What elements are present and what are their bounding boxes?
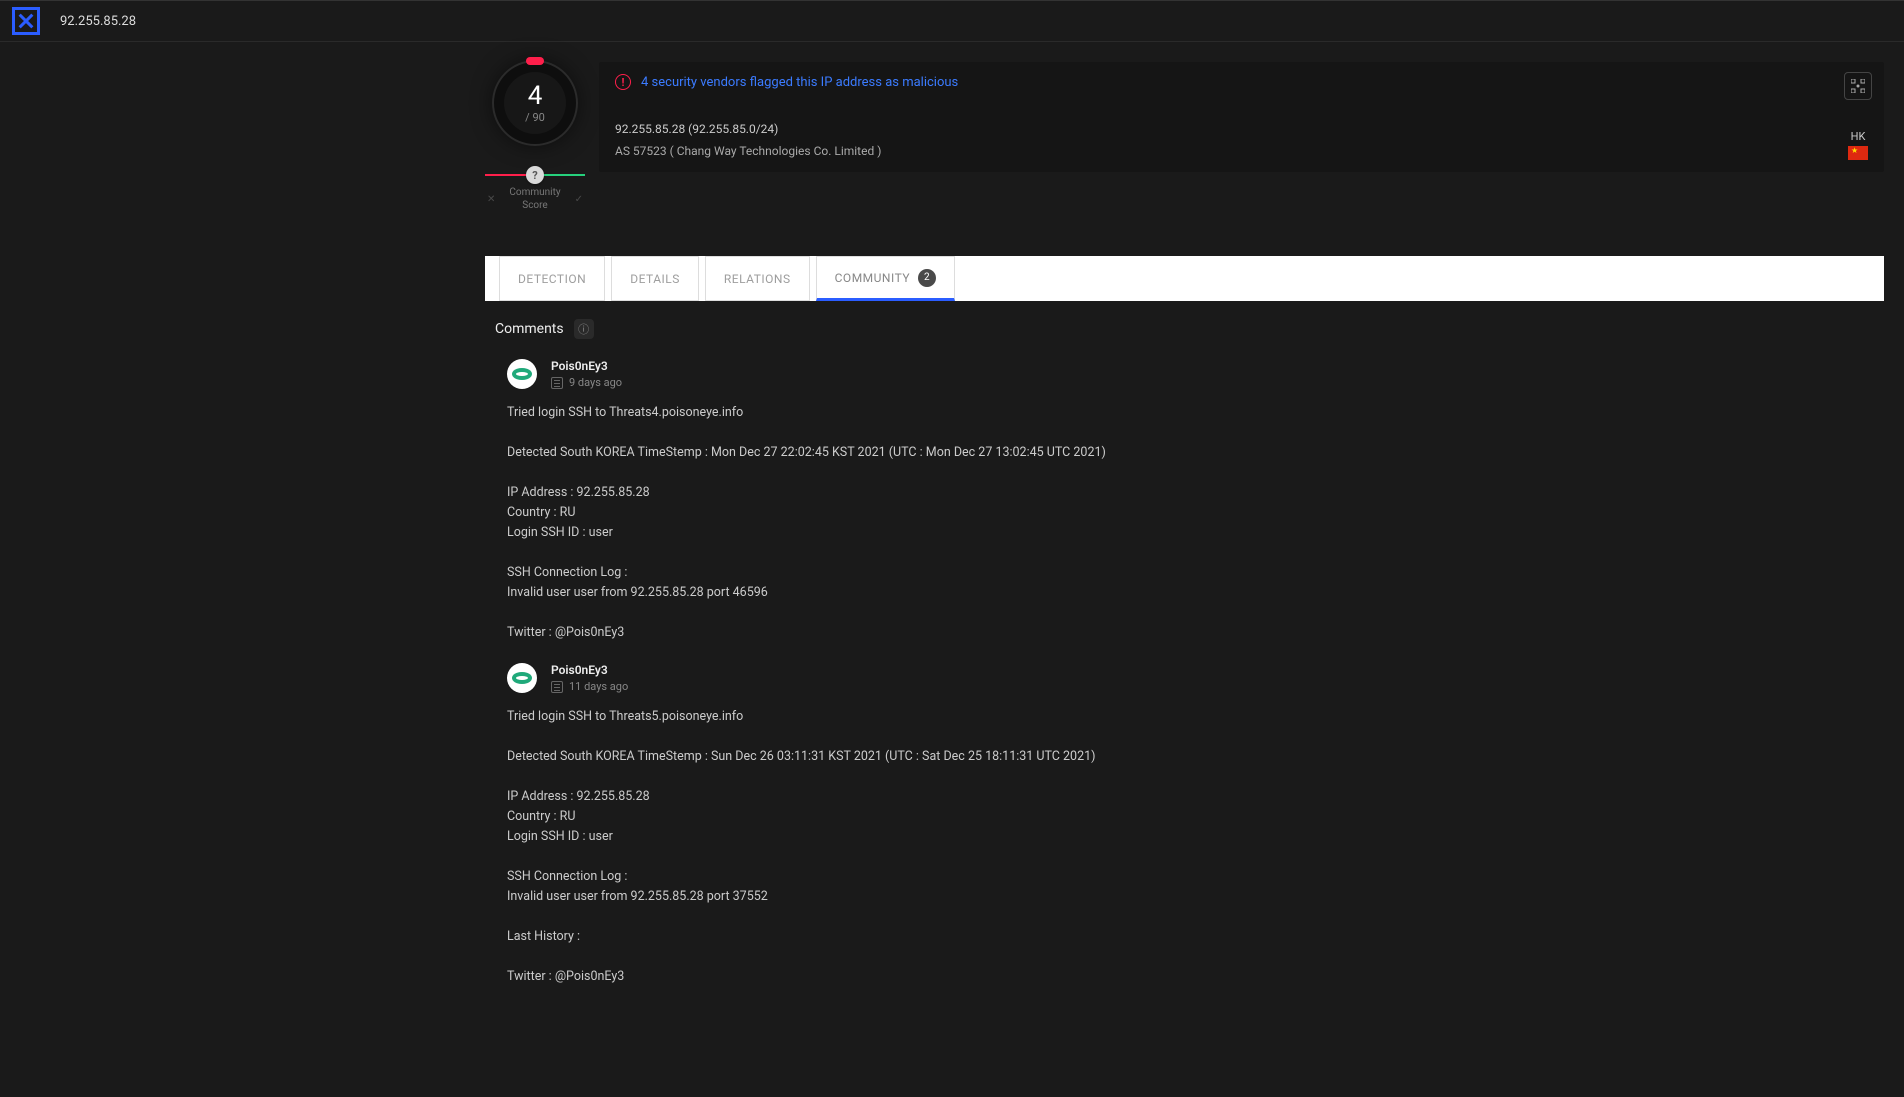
expand-graph-button[interactable] (1844, 72, 1872, 100)
comments-title: Comments (495, 321, 564, 337)
comments-info-button[interactable]: ⓘ (574, 319, 594, 339)
vote-up-icon[interactable]: ✓ (575, 194, 583, 205)
tab-bar: DETECTION DETAILS RELATIONS COMMUNITY 2 (485, 256, 1884, 301)
avatar[interactable] (507, 663, 537, 693)
avatar[interactable] (507, 359, 537, 389)
vote-down-icon[interactable]: ✕ (487, 194, 495, 205)
score-column: 4 / 90 ? ✕ CommunityScore ✓ (485, 60, 585, 212)
tab-detection[interactable]: DETECTION (499, 256, 605, 301)
score-value: 4 (528, 83, 543, 109)
score-denominator: / 90 (525, 111, 545, 124)
summary-header: 4 / 90 ? ✕ CommunityScore ✓ (485, 60, 1884, 212)
country-flag-icon (1848, 146, 1868, 160)
comment-body: Tried login SSH to Threats5.poisoneye.in… (507, 707, 1884, 987)
tab-community-label: COMMUNITY (835, 271, 910, 285)
score-gauge: 4 / 90 (492, 60, 578, 146)
gauge-arc-icon (526, 57, 544, 65)
summary-banner: ! 4 security vendors flagged this IP add… (599, 62, 1884, 172)
comment-item: Pois0nEy3 11 days ago Tried login SSH to… (485, 663, 1884, 987)
country-badge: HK (1848, 130, 1868, 160)
banner-as-line: AS 57523 ( Chang Way Technologies Co. Li… (615, 144, 1868, 158)
main-content: 4 / 90 ? ✕ CommunityScore ✓ (0, 42, 1904, 987)
comments-section-header: Comments ⓘ (485, 319, 1884, 339)
community-score-slider: ? ✕ CommunityScore ✓ (485, 174, 585, 212)
banner-ip-line: 92.255.85.28 (92.255.85.0/24) (615, 122, 1868, 136)
topbar: 92.255.85.28 (0, 0, 1904, 42)
page-title: 92.255.85.28 (60, 14, 136, 29)
comment-author[interactable]: Pois0nEy3 (551, 359, 622, 373)
country-code: HK (1851, 130, 1866, 143)
comment-author[interactable]: Pois0nEy3 (551, 663, 628, 677)
banner-title: 4 security vendors flagged this IP addre… (641, 75, 958, 90)
community-count-badge: 2 (918, 269, 936, 287)
tab-community[interactable]: COMMUNITY 2 (816, 256, 955, 301)
alert-icon: ! (615, 74, 631, 90)
note-icon (551, 377, 563, 389)
graph-icon (1851, 79, 1865, 93)
note-icon (551, 681, 563, 693)
app-logo[interactable] (12, 7, 40, 35)
comment-timestamp: 9 days ago (569, 376, 622, 389)
tab-details[interactable]: DETAILS (611, 256, 699, 301)
comment-item: Pois0nEy3 9 days ago Tried login SSH to … (485, 359, 1884, 643)
slider-knob[interactable]: ? (526, 166, 544, 184)
community-score-label: CommunityScore (509, 186, 560, 212)
comment-timestamp: 11 days ago (569, 680, 628, 693)
tab-relations[interactable]: RELATIONS (705, 256, 810, 301)
comment-body: Tried login SSH to Threats4.poisoneye.in… (507, 403, 1884, 643)
